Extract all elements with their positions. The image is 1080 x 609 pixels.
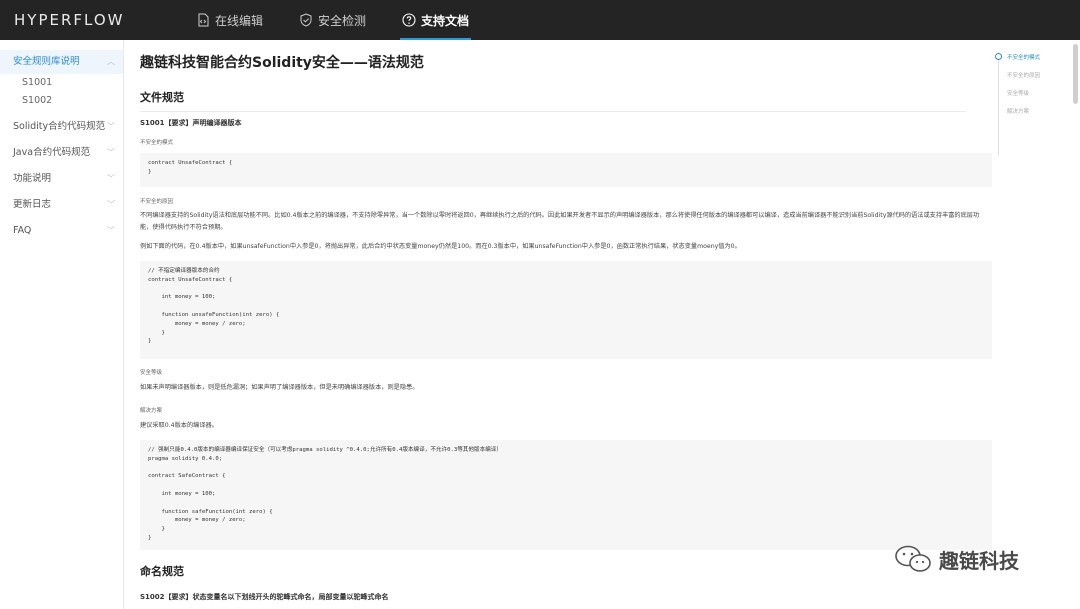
toc-item-unsafe-pattern[interactable]: 不安全的模式 — [995, 52, 1068, 70]
nav-online-editor-label: 在线编辑 — [215, 13, 264, 28]
label-unsafe-reason: 不安全的原因 — [140, 199, 174, 205]
code-block-unsafe-contract: contract UnsafeContract { } — [140, 153, 992, 187]
chevron-down-icon: ﹀ — [107, 174, 115, 183]
watermark-text: 趣链科技 — [939, 548, 1019, 573]
toc-item-unsafe-reason[interactable]: 不安全的原因 — [999, 70, 1068, 88]
toc-item-label: 解决方案 — [1007, 109, 1030, 115]
label-unsafe-pattern: 不安全的模式 — [140, 140, 174, 146]
help-circle-icon — [402, 13, 416, 27]
code-file-icon — [198, 13, 209, 27]
code-block-unsafe-function: // 不指定编译器版本的合约 contract UnsafeContract {… — [140, 261, 992, 359]
sidebar-item-label: 功能说明 — [13, 173, 52, 184]
paragraph-unsafe-reason: 不同编译器支持的Solidity语法和底层功能不同。比如0.4版本之前的编译器，… — [140, 212, 980, 231]
nav-security-check-label: 安全检测 — [318, 13, 367, 28]
toc-item-label: 不安全的模式 — [1007, 55, 1041, 61]
sidebar-item-changelog[interactable]: 更新日志 ﹀ — [0, 192, 123, 218]
page-scrollbar[interactable] — [1073, 44, 1078, 104]
toc-item-label: 安全等级 — [1007, 91, 1030, 97]
chevron-down-icon: ﹀ — [107, 226, 115, 235]
sidebar-item-java-spec[interactable]: Java合约代码规范 ﹀ — [0, 140, 123, 166]
rule-title-s1001: S1001【要求】声明编译器版本 — [140, 119, 242, 127]
sidebar-item-features[interactable]: 功能说明 ﹀ — [0, 166, 123, 192]
toc-item-label: 不安全的原因 — [1007, 73, 1041, 79]
shield-check-icon — [300, 13, 312, 27]
chevron-up-icon: ︿ — [107, 57, 115, 66]
sidebar-item-security-rules[interactable]: 安全规则库说明 ︿ — [0, 50, 123, 74]
sidebar-item-solidity-spec[interactable]: Solidity合约代码规范 ﹀ — [0, 114, 123, 140]
watermark: 趣链科技 — [893, 544, 1019, 574]
hyperflow-logo[interactable]: HYPERFLOW — [14, 11, 124, 29]
section-title-naming-spec: 命名规范 — [140, 565, 184, 578]
paragraph-example: 例如下面的代码，在0.4版本中，如果unsafeFunction中入参是0，将抛… — [140, 243, 741, 250]
toc-active-dot-icon — [995, 53, 1002, 60]
sidebar-item-label: 更新日志 — [13, 199, 52, 210]
paragraph-solution: 建议采取0.4版本的编译器。 — [140, 422, 218, 429]
sidebar-item-label: Solidity合约代码规范 — [13, 121, 106, 132]
sidebar-subitem-s1001[interactable]: S1001 — [0, 74, 123, 92]
label-solution: 解决方案 — [140, 408, 163, 414]
main-nav: 在线编辑 安全检测 支持文档 — [196, 0, 505, 40]
toc-item-security-level[interactable]: 安全等级 — [999, 88, 1068, 106]
chevron-down-icon: ﹀ — [107, 122, 115, 131]
table-of-contents: 不安全的模式 不安全的原因 安全等级 解决方案 — [995, 52, 1068, 156]
section-title-file-spec: 文件规范 — [140, 89, 966, 112]
top-navbar: HYPERFLOW 在线编辑 安全检测 支持文档 — [0, 0, 1080, 40]
wechat-icon — [895, 545, 931, 572]
sidebar-item-faq[interactable]: FAQ ﹀ — [0, 218, 123, 244]
chevron-down-icon: ﹀ — [107, 200, 115, 209]
page-title: 趣链科技智能合约Solidity安全——语法规范 — [140, 55, 424, 71]
sidebar-item-label: FAQ — [13, 225, 32, 236]
paragraph-security-level: 如果未声明编译器版本，则是低危漏洞；如果声明了编译器版本，但是未明确编译器版本，… — [140, 384, 419, 391]
sidebar-subitem-s1002[interactable]: S1002 — [0, 92, 123, 110]
nav-online-editor[interactable]: 在线编辑 — [196, 0, 263, 40]
toc-item-solution[interactable]: 解决方案 — [999, 106, 1068, 124]
nav-security-check[interactable]: 安全检测 — [299, 0, 366, 40]
nav-support-docs-label: 支持文档 — [421, 13, 470, 28]
docs-sidebar: 安全规则库说明 ︿ S1001 S1002 Solidity合约代码规范 ﹀ J… — [0, 40, 124, 609]
nav-support-docs[interactable]: 支持文档 — [400, 0, 472, 40]
rule-title-s1002: S1002【要求】状态变量名以下划线开头的驼峰式命名，局部变量以驼峰式命名 — [140, 593, 389, 601]
sidebar-item-label: 安全规则库说明 — [13, 56, 80, 67]
label-security-level: 安全等级 — [140, 370, 163, 376]
chevron-down-icon: ﹀ — [107, 148, 115, 157]
sidebar-item-label: Java合约代码规范 — [13, 147, 91, 158]
code-block-safe-contract: // 强制只能0.4.0版本的编译器编译保证安全（可以考虑pragma soli… — [140, 440, 992, 550]
